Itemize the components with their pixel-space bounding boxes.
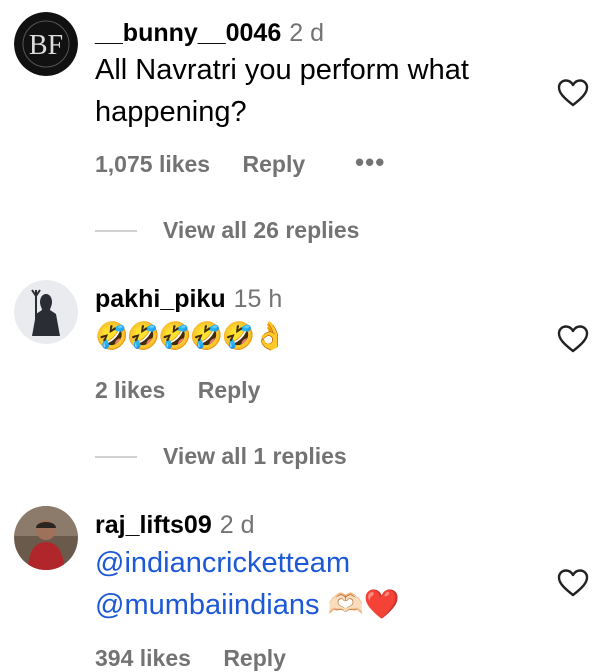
comment-actions: 2 likes Reply bbox=[95, 376, 260, 404]
heart-icon[interactable] bbox=[556, 78, 590, 108]
timestamp: 15 h bbox=[233, 285, 283, 313]
reply-button[interactable]: Reply bbox=[243, 150, 306, 178]
mention-link[interactable]: @mumbaiindians bbox=[95, 589, 319, 621]
comment-text-line-2: happening? bbox=[95, 96, 247, 128]
divider-line bbox=[95, 230, 137, 232]
reply-button[interactable]: Reply bbox=[223, 644, 286, 672]
mention-link[interactable]: @indiancricketteam bbox=[95, 545, 350, 582]
username[interactable]: raj_lifts09 bbox=[95, 511, 212, 539]
comment-actions: 1,075 likes Reply bbox=[95, 150, 305, 178]
username[interactable]: pakhi_piku bbox=[95, 285, 226, 313]
divider-line bbox=[95, 456, 137, 458]
comment-text-line-1: All Navratri you perform what bbox=[95, 54, 469, 86]
timestamp: 2 d bbox=[289, 19, 324, 47]
likes-count[interactable]: 394 likes bbox=[95, 644, 191, 672]
likes-count[interactable]: 2 likes bbox=[95, 376, 165, 404]
comment-header: pakhi_piku 15 h bbox=[95, 284, 282, 314]
avatar[interactable] bbox=[14, 280, 78, 344]
comment-text-line-2: @mumbaiindians 🫶🏻❤️ bbox=[95, 586, 400, 624]
avatar[interactable]: BF bbox=[14, 12, 78, 76]
red-heart-emoji-icon: ❤️ bbox=[363, 587, 400, 621]
view-replies-label[interactable]: View all 26 replies bbox=[163, 215, 359, 245]
heart-icon[interactable] bbox=[556, 568, 590, 598]
heart-icon[interactable] bbox=[556, 324, 590, 354]
comment-header: raj_lifts09 2 d bbox=[95, 510, 255, 540]
comment-header: __bunny__0046 2 d bbox=[95, 18, 324, 48]
comment-actions: 394 likes Reply bbox=[95, 644, 286, 672]
timestamp: 2 d bbox=[219, 511, 255, 539]
more-options-icon[interactable]: ••• bbox=[355, 148, 385, 176]
comment-text: 🤣🤣🤣🤣🤣👌 bbox=[95, 318, 287, 355]
view-replies-label[interactable]: View all 1 replies bbox=[163, 441, 347, 471]
avatar-monogram: BF bbox=[29, 30, 63, 61]
heart-hands-emoji-icon: 🫶🏻 bbox=[327, 587, 364, 621]
laughing-emoji-icon: 🤣🤣🤣🤣🤣👌 bbox=[95, 321, 287, 352]
reply-button[interactable]: Reply bbox=[198, 376, 261, 404]
likes-count[interactable]: 1,075 likes bbox=[95, 150, 210, 178]
avatar[interactable] bbox=[14, 506, 78, 570]
username[interactable]: __bunny__0046 bbox=[95, 19, 281, 47]
